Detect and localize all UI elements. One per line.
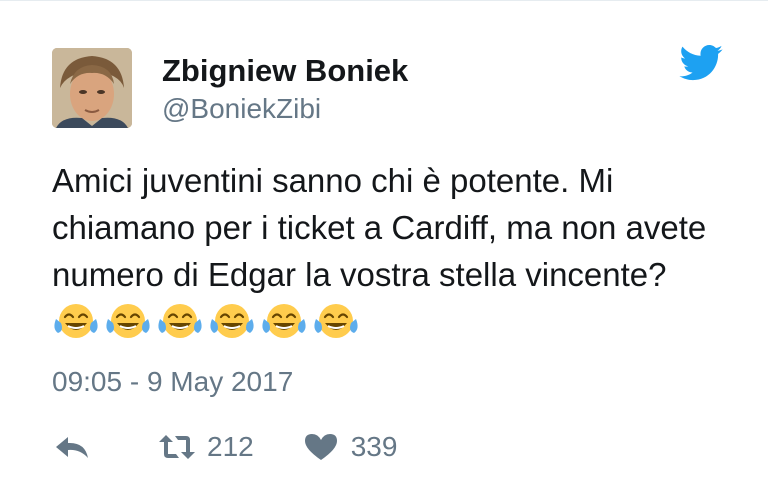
- avatar[interactable]: [52, 48, 132, 128]
- tweet-text: Amici juventini sanno chi è potente. Mi …: [52, 157, 712, 345]
- emoji-row: [52, 301, 360, 341]
- face-with-tears-of-joy-icon: [314, 304, 358, 338]
- timestamp[interactable]: 09:05 - 9 May 2017: [52, 366, 293, 398]
- user-handle[interactable]: @BoniekZibi: [162, 93, 321, 125]
- tweet-card: Zbigniew Boniek @BoniekZibi Amici juvent…: [0, 0, 768, 494]
- display-name[interactable]: Zbigniew Boniek: [162, 53, 408, 89]
- reply-icon: [56, 437, 88, 458]
- avatar-image: [52, 48, 132, 128]
- face-with-tears-of-joy-icon: [262, 304, 306, 338]
- reply-button[interactable]: [52, 432, 102, 462]
- heart-icon: [304, 434, 337, 460]
- tweet-body: Amici juventini sanno chi è potente. Mi …: [52, 162, 716, 293]
- like-count: 339: [350, 431, 398, 462]
- retweet-icon: [159, 435, 195, 459]
- face-with-tears-of-joy-icon: [54, 304, 98, 338]
- like-button[interactable]: 339: [301, 431, 398, 463]
- twitter-bird-icon[interactable]: [679, 45, 723, 81]
- retweet-button[interactable]: 212: [157, 431, 254, 463]
- face-with-tears-of-joy-icon: [106, 304, 150, 338]
- face-with-tears-of-joy-icon: [158, 304, 202, 338]
- action-bar: 212 339: [52, 425, 397, 469]
- face-with-tears-of-joy-icon: [210, 304, 254, 338]
- retweet-count: 212: [207, 431, 254, 462]
